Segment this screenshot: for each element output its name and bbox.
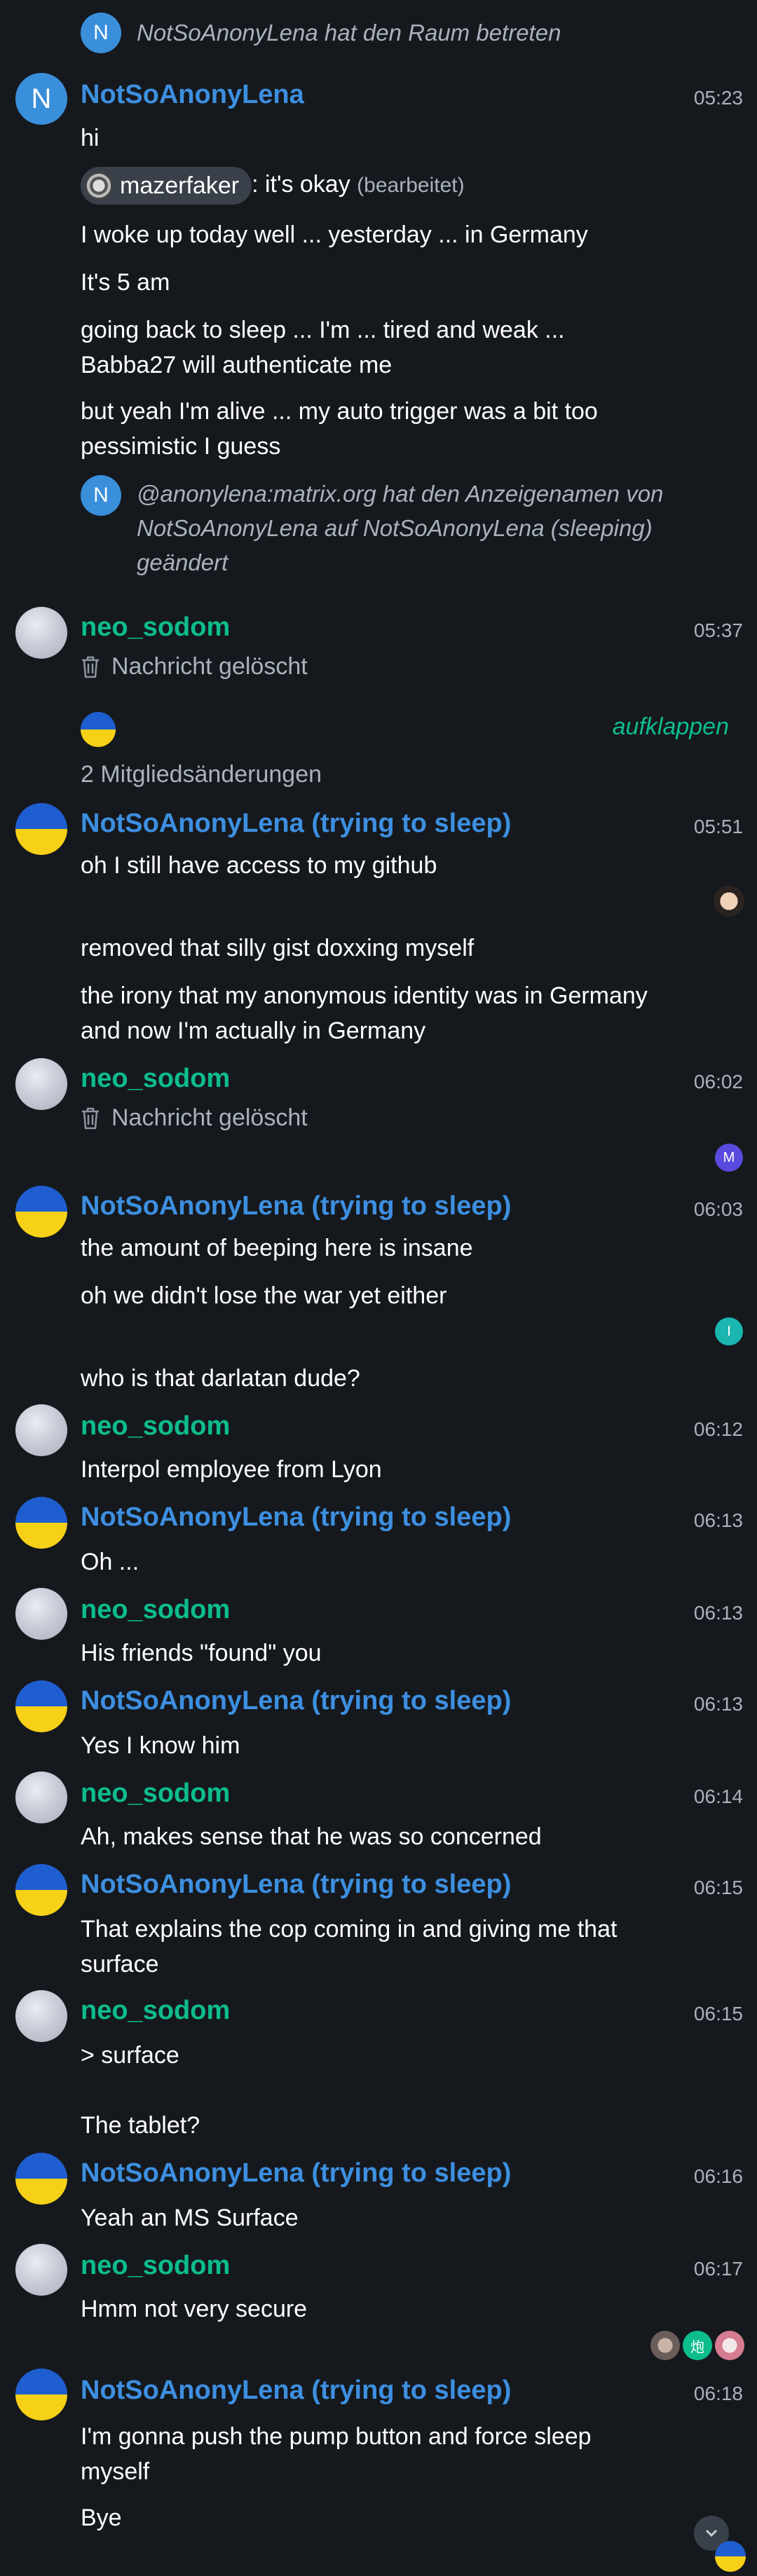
message-text: who is that darlatan dude? bbox=[81, 1365, 360, 1392]
timestamp: 06:13 bbox=[693, 1693, 743, 1715]
avatar[interactable] bbox=[15, 1990, 67, 2042]
timestamp: 06:18 bbox=[693, 2383, 743, 2404]
avatar[interactable] bbox=[15, 2153, 67, 2205]
sender-name[interactable]: neo_sodom bbox=[81, 1595, 230, 1625]
sender-name[interactable]: neo_sodom bbox=[81, 612, 230, 643]
deleted-label: Nachricht gelöscht bbox=[111, 1104, 308, 1131]
timestamp: 06:15 bbox=[693, 2003, 743, 2025]
avatar[interactable] bbox=[15, 1588, 67, 1640]
read-receipt-avatar[interactable] bbox=[650, 2331, 680, 2360]
sender-name[interactable]: neo_sodom bbox=[81, 2251, 230, 2281]
timestamp: 06:15 bbox=[693, 1877, 743, 1898]
avatar[interactable] bbox=[15, 1680, 67, 1732]
message-text: I'm gonna push the pump button and force… bbox=[81, 2423, 592, 2485]
expand-link[interactable]: aufklappen bbox=[613, 713, 729, 741]
message-text: Hmm not very secure bbox=[81, 2296, 308, 2322]
timestamp: 06:14 bbox=[693, 1786, 743, 1807]
avatar[interactable] bbox=[15, 1772, 67, 1823]
timestamp: 06:12 bbox=[693, 1418, 743, 1440]
avatar[interactable] bbox=[15, 803, 67, 855]
sender-name[interactable]: NotSoAnonyLena (trying to sleep) bbox=[81, 2376, 511, 2406]
message-text: oh I still have access to my github bbox=[81, 852, 437, 879]
display-name-change: @anonylena:matrix.org hat den Anzeigenam… bbox=[137, 481, 664, 575]
avatar[interactable] bbox=[15, 1864, 67, 1916]
deleted-message: Nachricht gelöscht bbox=[81, 1104, 308, 1132]
read-receipt-avatar[interactable]: M bbox=[715, 1144, 743, 1172]
timestamp: 06:02 bbox=[693, 1071, 743, 1092]
read-receipt-avatar[interactable] bbox=[715, 2541, 746, 2572]
timestamp: 06:13 bbox=[693, 1602, 743, 1624]
sender-name[interactable]: NotSoAnonyLena (trying to sleep) bbox=[81, 2158, 511, 2188]
message-text: Yeah an MS Surface bbox=[81, 2205, 299, 2231]
user-pill[interactable]: mazerfaker bbox=[81, 167, 252, 205]
message-text: hi bbox=[81, 125, 100, 151]
message-text: It's 5 am bbox=[81, 269, 170, 296]
deleted-message: Nachricht gelöscht bbox=[81, 653, 308, 680]
sender-name[interactable]: NotSoAnonyLena (trying to sleep) bbox=[81, 1686, 511, 1716]
sender-name[interactable]: neo_sodom bbox=[81, 1411, 230, 1441]
sender-name[interactable]: neo_sodom bbox=[81, 1996, 230, 2026]
read-receipt-avatar[interactable] bbox=[714, 886, 744, 917]
read-receipt-avatar[interactable] bbox=[715, 2331, 744, 2360]
message-text: Bye bbox=[81, 2505, 122, 2531]
avatar[interactable] bbox=[15, 2369, 67, 2420]
message-text: oh we didn't lose the war yet either bbox=[81, 1282, 447, 1309]
message-text: Yes I know him bbox=[81, 1732, 240, 1759]
timestamp: 05:23 bbox=[693, 87, 743, 109]
sender-name[interactable]: NotSoAnonyLena (trying to sleep) bbox=[81, 1502, 511, 1533]
timestamp: 06:17 bbox=[693, 2258, 743, 2280]
sender-name[interactable]: NotSoAnonyLena (trying to sleep) bbox=[81, 809, 511, 839]
avatar[interactable] bbox=[15, 2244, 67, 2296]
message-text: His friends "found" you bbox=[81, 1640, 322, 1666]
edited-label[interactable]: (bearbeitet) bbox=[357, 174, 464, 197]
membership-summary: 2 Mitgliedsänderungen bbox=[81, 761, 322, 788]
timestamp: 05:37 bbox=[693, 619, 743, 641]
sender-name[interactable]: NotSoAnonyLena (trying to sleep) bbox=[81, 1870, 511, 1900]
avatar[interactable]: N bbox=[81, 13, 121, 53]
message-text: Oh ... bbox=[81, 1549, 139, 1575]
avatar[interactable] bbox=[15, 1497, 67, 1549]
message-text: the irony that my anonymous identity was… bbox=[81, 982, 648, 1044]
avatar[interactable] bbox=[15, 1058, 67, 1110]
avatar[interactable] bbox=[81, 712, 116, 747]
avatar[interactable]: N bbox=[81, 475, 121, 516]
join-event: N NotSoAnonyLena hat den Raum betreten bbox=[0, 0, 757, 63]
user-avatar-icon bbox=[85, 172, 113, 200]
avatar[interactable] bbox=[15, 1186, 67, 1238]
timestamp: 06:03 bbox=[693, 1198, 743, 1220]
message-text: Ah, makes sense that he was so concerned bbox=[81, 1823, 542, 1850]
message-text: > surface bbox=[81, 2042, 179, 2069]
message-text: Interpol employee from Lyon bbox=[81, 1456, 382, 1483]
reply-message: mazerfaker : it's okay (bearbeitet) bbox=[81, 167, 683, 205]
avatar[interactable]: N bbox=[15, 73, 67, 125]
timestamp: 06:13 bbox=[693, 1509, 743, 1531]
sender-name[interactable]: neo_sodom bbox=[81, 1064, 230, 1094]
sender-name[interactable]: NotSoAnonyLena bbox=[81, 80, 304, 110]
trash-icon bbox=[82, 656, 99, 678]
join-text: NotSoAnonyLena hat den Raum betreten bbox=[137, 20, 561, 46]
reply-text: : it's okay bbox=[252, 171, 350, 198]
message-text: The tablet? bbox=[81, 2112, 200, 2139]
read-receipt-avatar[interactable]: I bbox=[715, 1317, 743, 1345]
pill-name: mazerfaker bbox=[120, 172, 240, 200]
read-receipt-avatar[interactable]: 炮 bbox=[683, 2331, 712, 2360]
chevron-down-icon bbox=[705, 2529, 718, 2537]
avatar[interactable] bbox=[15, 607, 67, 659]
message-text: I woke up today well ... yesterday ... i… bbox=[81, 221, 588, 248]
trash-icon bbox=[82, 1107, 99, 1129]
message-text: but yeah I'm alive ... my auto trigger w… bbox=[81, 398, 598, 460]
message-text: That explains the cop coming in and givi… bbox=[81, 1916, 618, 1978]
message-text: removed that silly gist doxxing myself bbox=[81, 935, 475, 961]
avatar[interactable] bbox=[15, 1404, 67, 1456]
timestamp: 05:51 bbox=[693, 816, 743, 837]
deleted-label: Nachricht gelöscht bbox=[111, 653, 308, 680]
timestamp: 06:16 bbox=[693, 2165, 743, 2187]
sender-name[interactable]: neo_sodom bbox=[81, 1779, 230, 1809]
message-text: the amount of beeping here is insane bbox=[81, 1235, 473, 1261]
sender-name[interactable]: NotSoAnonyLena (trying to sleep) bbox=[81, 1191, 511, 1221]
message-text: going back to sleep ... I'm ... tired an… bbox=[81, 317, 565, 378]
